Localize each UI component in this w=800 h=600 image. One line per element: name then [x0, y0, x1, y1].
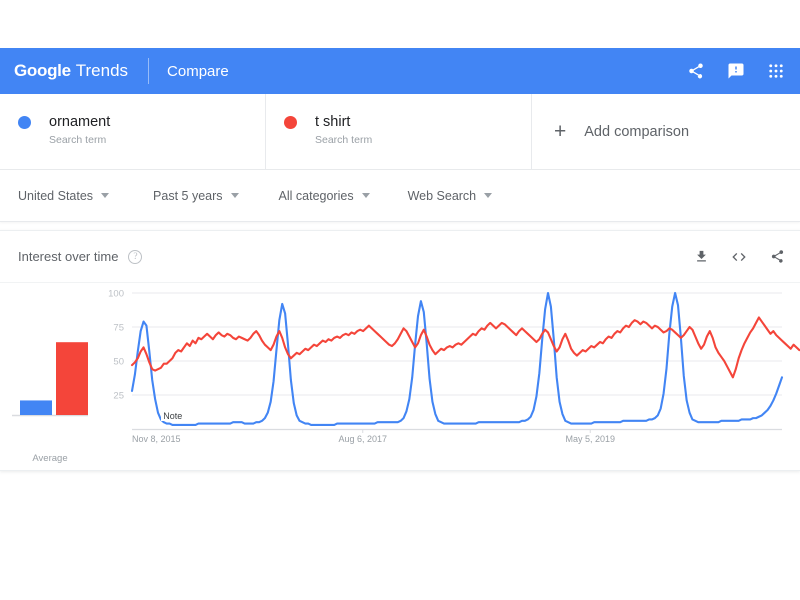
help-icon[interactable]: ?: [128, 249, 143, 264]
plus-icon: +: [554, 120, 567, 143]
chevron-down-icon: [484, 193, 493, 198]
svg-text:Aug 6, 2017: Aug 6, 2017: [338, 434, 387, 444]
svg-text:75: 75: [113, 323, 124, 334]
svg-text:25: 25: [113, 391, 124, 402]
chevron-down-icon: [361, 193, 370, 198]
svg-text:100: 100: [108, 289, 124, 300]
search-terms-bar: ornament Search term t shirt Search term…: [0, 94, 800, 170]
svg-text:50: 50: [113, 357, 124, 368]
card-icon-group: [692, 248, 786, 266]
header-divider: [148, 58, 150, 84]
share-icon[interactable]: [686, 61, 706, 81]
series-color-dot-ornament: [18, 115, 31, 129]
filter-time-range[interactable]: Past 5 years: [153, 188, 239, 203]
embed-icon[interactable]: [730, 248, 748, 266]
chart-area: 25 50 75 100 Nov 8, 2015 Aug 6, 2017 May 5, 20…: [0, 283, 800, 471]
brand-google-text: Google: [14, 61, 71, 80]
search-term-subtitle-0: Search term: [49, 134, 107, 146]
header-icon-group: [686, 61, 800, 81]
chevron-down-icon: [101, 193, 110, 198]
filter-location[interactable]: United States: [18, 188, 110, 203]
header-section-label: Compare: [167, 62, 229, 80]
add-comparison-label: Add comparison: [584, 123, 690, 140]
filter-time-range-label: Past 5 years: [153, 188, 223, 203]
search-term-row-0: ornament: [18, 114, 265, 130]
search-term-card-1[interactable]: t shirt Search term: [266, 94, 532, 170]
brand-trends-text: Trends: [75, 61, 129, 80]
filter-search-type[interactable]: Web Search: [408, 189, 493, 203]
interest-card-header: Interest over time ?: [0, 231, 800, 283]
interest-over-time-card: Interest over time ? 25 50 75 100 Nov 8,…: [0, 230, 800, 471]
filter-location-label: United States: [18, 188, 94, 203]
filter-category-label: All categories: [278, 188, 354, 203]
brand-logo[interactable]: Google Trends: [0, 61, 128, 81]
trends-page: Google Trends Compare ornament Search te…: [0, 0, 800, 600]
search-term-name-1: t shirt: [315, 114, 351, 130]
search-term-subtitle-1: Search term: [315, 134, 373, 146]
apps-grid-icon[interactable]: [766, 61, 786, 81]
search-term-row-1: t shirt: [284, 114, 531, 130]
interest-card-title: Interest over time: [18, 249, 119, 264]
app-header: Google Trends Compare: [0, 48, 800, 94]
add-comparison-button[interactable]: + Add comparison: [532, 94, 800, 169]
filter-bar: United States Past 5 years All categorie…: [0, 170, 800, 222]
trends-line-chart[interactable]: 25 50 75 100 Nov 8, 2015 Aug 6, 2017 May 5, 20…: [100, 283, 800, 471]
series-color-dot-tshirt: [284, 115, 297, 129]
chevron-down-icon: [230, 193, 239, 198]
download-icon[interactable]: [692, 248, 710, 266]
chart-note-annotation[interactable]: Note: [161, 410, 185, 421]
svg-text:May 5, 2019: May 5, 2019: [565, 434, 615, 444]
search-term-name-0: ornament: [49, 114, 111, 130]
average-bars-chart: [0, 283, 100, 471]
svg-text:Nov 8, 2015: Nov 8, 2015: [132, 434, 181, 444]
average-bars-svg: [12, 342, 88, 417]
filter-search-type-label: Web Search: [407, 188, 477, 203]
filter-category[interactable]: All categories: [279, 189, 370, 203]
average-bars-label: Average: [32, 453, 68, 464]
share-icon[interactable]: [768, 248, 786, 266]
search-term-card-0[interactable]: ornament Search term: [0, 94, 266, 170]
feedback-icon[interactable]: [726, 61, 746, 81]
trends-line-svg: 25 50 75 100 Nov 8, 2015 Aug 6, 2017 May 5, 20…: [108, 289, 800, 444]
